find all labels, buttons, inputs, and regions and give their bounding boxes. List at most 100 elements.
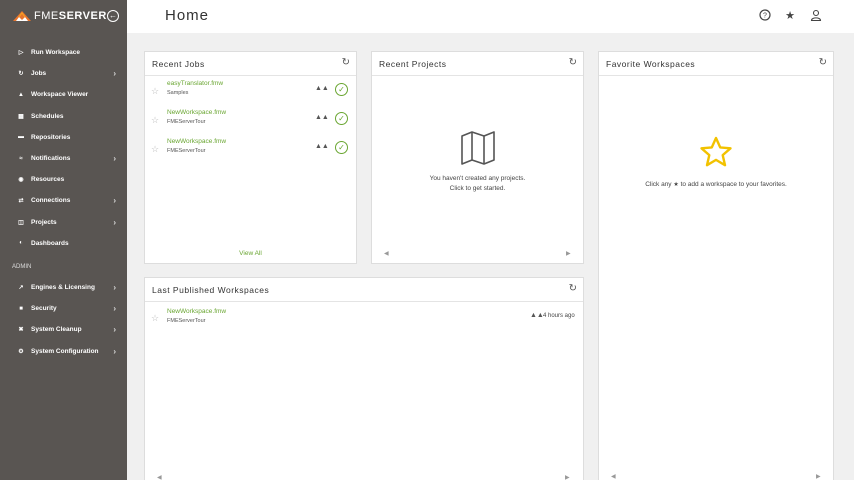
star-outline-icon[interactable]: ☆ bbox=[151, 86, 159, 97]
star-outline-icon[interactable]: ☆ bbox=[151, 115, 159, 126]
success-check-icon: ✓ bbox=[335, 112, 348, 125]
binoculars-icon[interactable]: ▲▲ bbox=[530, 312, 544, 319]
binoculars-icon[interactable]: ▲▲ bbox=[315, 143, 329, 150]
resources-icon: ◉ bbox=[18, 177, 24, 184]
cleanup-icon: ✖ bbox=[18, 327, 24, 334]
sidebar-item-workspace-viewer[interactable]: ▲ Workspace Viewer bbox=[0, 84, 127, 105]
engines-icon: ↗ bbox=[18, 284, 24, 291]
job-row[interactable]: ☆ NewWorkspace.fmw FMEServerTour ▲▲ ✓ bbox=[145, 135, 356, 164]
empty-favorites-message: Click any ★ to add a workspace to your f… bbox=[599, 180, 833, 190]
last-published-card: Last Published Workspaces ↻ ☆ NewWorkspa… bbox=[144, 277, 584, 480]
workspace-repository: FMEServerTour bbox=[167, 318, 206, 324]
help-icon[interactable]: ? bbox=[758, 9, 772, 23]
map-icon bbox=[461, 131, 495, 165]
refresh-icon[interactable]: ↻ bbox=[342, 57, 350, 68]
empty-favorites-text-after: to add a workspace to your favorites. bbox=[680, 181, 787, 188]
dashboards-icon: ◐ bbox=[19, 240, 23, 247]
top-header: Home ? ★ bbox=[127, 0, 854, 33]
chevron-right-icon: › bbox=[113, 154, 116, 164]
card-header: Recent Jobs ↻ bbox=[145, 52, 356, 76]
card-title: Recent Projects bbox=[379, 59, 447, 69]
success-check-icon: ✓ bbox=[335, 141, 348, 154]
sidebar-item-schedules[interactable]: ▦ Schedules bbox=[0, 106, 127, 127]
collapse-sidebar-icon[interactable]: ← bbox=[107, 10, 119, 22]
success-check-icon: ✓ bbox=[335, 83, 348, 96]
folder-icon: ▬ bbox=[18, 134, 24, 141]
published-row[interactable]: ☆ NewWorkspace.fmw FMEServerTour ▲▲ 4 ho… bbox=[145, 305, 583, 334]
svg-text:?: ? bbox=[763, 13, 767, 20]
gear-icon: ⚙ bbox=[18, 348, 24, 355]
job-repository: FMEServerTour bbox=[167, 119, 206, 125]
jobs-icon: ↻ bbox=[18, 71, 24, 78]
recent-jobs-card: Recent Jobs ↻ ☆ easyTranslator.fmw Sampl… bbox=[144, 51, 357, 264]
card-header: Favorite Workspaces ↻ bbox=[599, 52, 833, 76]
recent-projects-card[interactable]: Recent Projects ↻ You haven't created an… bbox=[371, 51, 584, 264]
sidebar-item-repositories[interactable]: ▬ Repositories bbox=[0, 127, 127, 148]
refresh-icon[interactable]: ↻ bbox=[569, 283, 577, 294]
admin-section-label: ADMIN bbox=[12, 263, 32, 270]
sidebar-item-dashboards[interactable]: ◐ Dashboards bbox=[0, 233, 127, 254]
sidebar-item-label: System Cleanup bbox=[31, 326, 82, 334]
sidebar-item-engines-licensing[interactable]: ↗ Engines & Licensing › bbox=[0, 277, 127, 298]
job-name-link[interactable]: NewWorkspace.fmw bbox=[167, 109, 226, 116]
scroll-left-icon[interactable]: ◀ bbox=[611, 473, 616, 480]
run-icon: ▷ bbox=[18, 50, 24, 57]
card-title: Recent Jobs bbox=[152, 59, 205, 69]
sidebar-item-connections[interactable]: ⇄ Connections › bbox=[0, 190, 127, 211]
shield-icon: ■ bbox=[19, 305, 23, 312]
star-outline-icon[interactable]: ☆ bbox=[151, 144, 159, 155]
chevron-right-icon: › bbox=[113, 346, 116, 356]
scroll-right-icon[interactable]: ▶ bbox=[816, 473, 821, 480]
sidebar-item-label: Jobs bbox=[31, 70, 47, 78]
binoculars-icon[interactable]: ▲▲ bbox=[315, 85, 329, 92]
connections-icon: ⇄ bbox=[18, 198, 24, 205]
sidebar-item-run-workspace[interactable]: ▷ Run Workspace bbox=[0, 42, 127, 63]
refresh-icon[interactable]: ↻ bbox=[569, 57, 577, 68]
sidebar-item-label: Dashboards bbox=[31, 239, 69, 247]
sidebar-item-jobs[interactable]: ↻ Jobs › bbox=[0, 63, 127, 84]
job-row[interactable]: ☆ NewWorkspace.fmw FMEServerTour ▲▲ ✓ bbox=[145, 106, 356, 135]
empty-projects-line2[interactable]: Click to get started. bbox=[372, 184, 583, 194]
calendar-icon: ▦ bbox=[18, 113, 24, 120]
sidebar-item-label: Security bbox=[31, 305, 57, 313]
favorite-workspaces-card: Favorite Workspaces ↻ Click any ★ to add… bbox=[598, 51, 834, 480]
sidebar-item-projects[interactable]: ◫ Projects › bbox=[0, 212, 127, 233]
sidebar-item-label: Run Workspace bbox=[31, 49, 81, 57]
scroll-right-icon[interactable]: ▶ bbox=[566, 250, 571, 257]
chevron-right-icon: › bbox=[113, 304, 116, 314]
job-row[interactable]: ☆ easyTranslator.fmw Samples ▲▲ ✓ bbox=[145, 77, 356, 106]
job-name-link[interactable]: NewWorkspace.fmw bbox=[167, 138, 226, 145]
sidebar-item-label: Connections bbox=[31, 197, 71, 205]
refresh-icon[interactable]: ↻ bbox=[819, 57, 827, 68]
sidebar-item-notifications[interactable]: ≈ Notifications › bbox=[0, 148, 127, 169]
sidebar-item-security[interactable]: ■ Security › bbox=[0, 298, 127, 319]
empty-projects-line1: You haven't created any projects. bbox=[429, 175, 526, 182]
page-title: Home bbox=[165, 7, 210, 24]
star-outline-large-icon bbox=[700, 136, 732, 167]
card-title: Last Published Workspaces bbox=[152, 285, 270, 295]
card-header: Recent Projects ↻ bbox=[372, 52, 583, 76]
logo-text: FMESERVER bbox=[34, 10, 107, 22]
scroll-left-icon[interactable]: ◀ bbox=[157, 474, 162, 480]
user-icon[interactable] bbox=[809, 9, 823, 23]
sidebar-item-resources[interactable]: ◉ Resources bbox=[0, 169, 127, 190]
favorites-star-icon[interactable]: ★ bbox=[783, 9, 797, 23]
scroll-right-icon[interactable]: ▶ bbox=[565, 474, 570, 480]
binoculars-icon[interactable]: ▲▲ bbox=[315, 114, 329, 121]
workspace-name-link[interactable]: NewWorkspace.fmw bbox=[167, 308, 226, 315]
card-title: Favorite Workspaces bbox=[606, 59, 696, 69]
chevron-right-icon: › bbox=[113, 217, 116, 227]
sidebar-item-system-configuration[interactable]: ⚙ System Configuration › bbox=[0, 340, 127, 361]
view-all-link[interactable]: View All bbox=[145, 250, 356, 257]
sidebar-item-system-cleanup[interactable]: ✖ System Cleanup › bbox=[0, 319, 127, 340]
scroll-left-icon[interactable]: ◀ bbox=[384, 250, 389, 257]
sidebar-item-label: Resources bbox=[31, 176, 65, 184]
job-repository: FMEServerTour bbox=[167, 148, 206, 154]
sidebar: FMESERVER ← ▷ Run Workspace ↻ Jobs › ▲ Works… bbox=[0, 0, 127, 480]
published-time: 4 hours ago bbox=[543, 313, 575, 319]
star-outline-icon[interactable]: ☆ bbox=[151, 313, 159, 324]
job-name-link[interactable]: easyTranslator.fmw bbox=[167, 80, 223, 87]
notifications-icon: ≈ bbox=[19, 155, 23, 162]
chevron-right-icon: › bbox=[113, 69, 116, 79]
sidebar-item-label: Schedules bbox=[31, 112, 64, 120]
